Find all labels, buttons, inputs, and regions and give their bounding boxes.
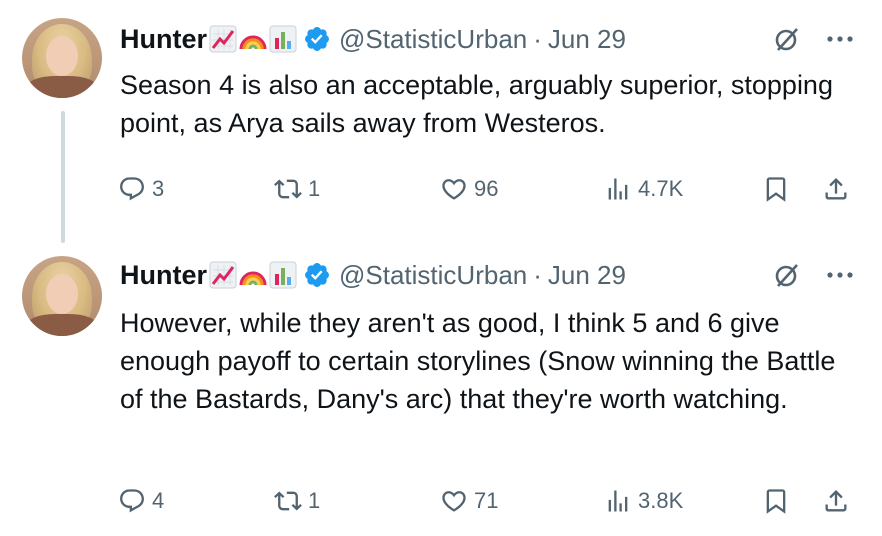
like-icon <box>442 179 466 200</box>
verified-badge-icon <box>305 27 329 51</box>
views-count: 4.7K <box>638 176 684 201</box>
repost-count: 1 <box>308 176 321 201</box>
rainbow-emoji-icon <box>239 271 267 286</box>
more-icon[interactable] <box>820 24 860 54</box>
like-button[interactable]: 71 <box>440 486 498 516</box>
repost-icon <box>274 179 302 199</box>
tweet[interactable]: Hunter @StatisticUrban · Jun 29 <box>0 0 882 248</box>
views-button[interactable]: 4.7K <box>604 174 683 204</box>
views-icon <box>608 490 628 512</box>
chart-increasing-emoji-icon <box>209 25 237 53</box>
share-icon <box>825 490 847 512</box>
author-handle[interactable]: @StatisticUrban <box>339 24 527 55</box>
share-button[interactable] <box>822 486 850 516</box>
author-name[interactable]: Hunter <box>120 24 207 55</box>
thread-line <box>61 111 65 243</box>
like-count: 96 <box>474 176 499 201</box>
tweet-text: However, while they aren't as good, I th… <box>120 308 836 414</box>
views-button[interactable]: 3.8K <box>604 486 683 516</box>
like-icon <box>442 491 466 512</box>
tweet-date[interactable]: Jun 29 <box>548 260 626 291</box>
reply-count: 4 <box>152 488 165 513</box>
rainbow-emoji-icon <box>239 35 267 50</box>
reply-icon <box>120 177 144 201</box>
action-bar: 4 1 71 3.8K <box>118 486 868 516</box>
repost-count: 1 <box>308 488 321 513</box>
share-icon <box>825 178 847 200</box>
tweet-text: Season 4 is also an acceptable, arguably… <box>120 70 833 138</box>
separator: · <box>533 259 542 290</box>
action-bar: 3 1 96 4.7K <box>118 174 868 204</box>
author-handle[interactable]: @StatisticUrban <box>339 260 527 291</box>
avatar[interactable] <box>22 18 102 98</box>
bookmark-icon <box>766 489 786 514</box>
bar-chart-emoji-icon <box>269 25 297 53</box>
share-button[interactable] <box>822 174 850 204</box>
reply-button[interactable]: 4 <box>118 486 164 516</box>
verified-badge-icon <box>305 263 329 287</box>
views-count: 3.8K <box>638 488 684 513</box>
repost-button[interactable]: 1 <box>274 486 320 516</box>
tweet-header: Hunter @StatisticUrban · Jun 29 <box>120 258 626 292</box>
tweet-header: Hunter @StatisticUrban · Jun 29 <box>120 22 626 56</box>
like-count: 71 <box>474 488 499 513</box>
chart-increasing-emoji-icon <box>209 261 237 289</box>
separator: · <box>533 23 542 54</box>
bookmark-button[interactable] <box>762 174 790 204</box>
author-name[interactable]: Hunter <box>120 260 207 291</box>
repost-button[interactable]: 1 <box>274 174 320 204</box>
reply-icon <box>120 489 144 513</box>
grok-icon[interactable] <box>772 24 802 54</box>
reply-count: 3 <box>152 176 165 201</box>
reply-button[interactable]: 3 <box>118 174 164 204</box>
repost-icon <box>274 491 302 511</box>
bookmark-button[interactable] <box>762 486 790 516</box>
avatar[interactable] <box>22 256 102 336</box>
tweet[interactable]: Hunter @StatisticUrban · Jun 29 <box>0 248 882 536</box>
bar-chart-emoji-icon <box>269 261 297 289</box>
more-icon[interactable] <box>820 260 860 290</box>
like-button[interactable]: 96 <box>440 174 498 204</box>
grok-icon[interactable] <box>772 260 802 290</box>
views-icon <box>608 178 628 200</box>
bookmark-icon <box>766 177 786 202</box>
tweet-date[interactable]: Jun 29 <box>548 24 626 55</box>
